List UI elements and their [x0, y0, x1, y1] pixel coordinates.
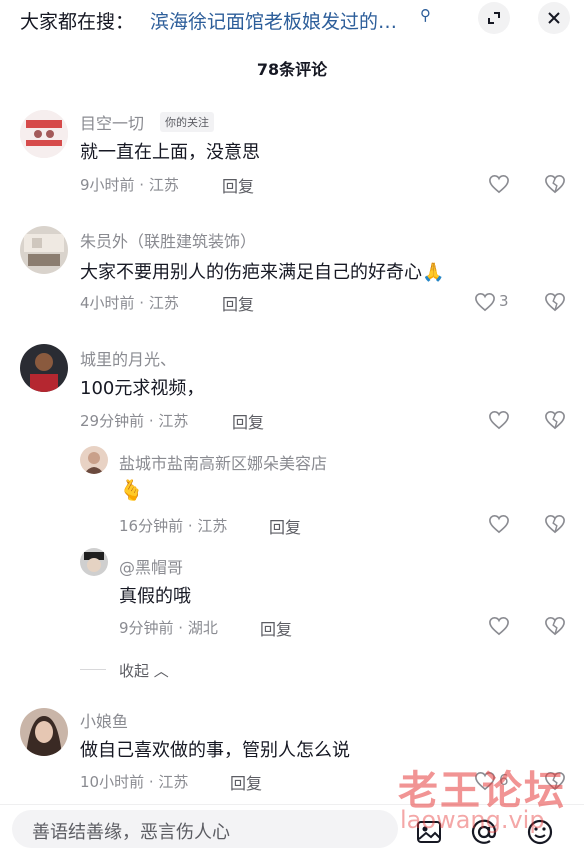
comment-meta: 29分钟前 · 江苏	[80, 412, 189, 430]
emoji: 🙏	[422, 262, 445, 283]
reply-button[interactable]: 回复	[260, 616, 292, 640]
comment-text: 做自己喜欢做的事，管别人怎么说	[80, 740, 350, 761]
trending-search-prefix: 大家都在搜：	[20, 11, 135, 33]
search-icon: ⚲	[420, 6, 431, 24]
collapse-divider	[80, 669, 106, 670]
avatar[interactable]	[80, 548, 108, 576]
reply-username[interactable]: @黑帽哥	[119, 554, 183, 578]
comments-title: 78条评论	[256, 60, 328, 79]
comment-meta: 4小时前 · 江苏	[80, 294, 179, 312]
collapse-replies-button[interactable]: 收起 ︿	[119, 660, 169, 681]
comment-text: 就一直在上面，没意思	[80, 142, 260, 163]
comment-meta: 10小时前 · 江苏	[80, 773, 189, 791]
dislike-icon[interactable]	[544, 616, 566, 636]
like-count: 3	[499, 292, 509, 310]
comment-username[interactable]: 朱员外（联胜建筑装饰）	[80, 228, 256, 252]
like-icon[interactable]	[488, 514, 510, 534]
like-icon[interactable]	[488, 616, 510, 636]
reply-meta: 9分钟前 · 湖北	[119, 619, 218, 637]
avatar[interactable]	[20, 708, 68, 756]
reply-emoji: 🫰	[119, 478, 144, 502]
dislike-icon[interactable]	[544, 410, 566, 430]
avatar[interactable]	[80, 446, 108, 474]
like-icon[interactable]	[488, 174, 510, 194]
dislike-icon[interactable]	[544, 292, 566, 312]
close-icon	[548, 12, 560, 24]
avatar[interactable]	[20, 226, 68, 274]
avatar[interactable]	[20, 344, 68, 392]
dislike-icon[interactable]	[544, 514, 566, 534]
reply-button[interactable]: 回复	[230, 770, 262, 794]
like-icon[interactable]	[488, 410, 510, 430]
avatar[interactable]	[20, 110, 68, 158]
collapse-label: 收起	[119, 662, 150, 680]
reply-button[interactable]: 回复	[232, 409, 264, 433]
comment-username[interactable]: 目空一切	[80, 110, 144, 134]
comment-text: 大家不要用别人的伤疤来满足自己的好奇心🙏	[80, 258, 444, 284]
comment-username[interactable]: 城里的月光、	[80, 346, 176, 370]
reply-meta: 16分钟前 · 江苏	[119, 517, 228, 535]
like-icon[interactable]	[474, 292, 496, 312]
comment-input-placeholder: 善语结善缘，恶言伤人心	[32, 822, 230, 843]
comment-input[interactable]: 善语结善缘，恶言伤人心	[12, 810, 398, 848]
comment-username[interactable]: 小娘鱼	[80, 708, 128, 732]
dislike-icon[interactable]	[544, 174, 566, 194]
reply-text: 真假的哦	[119, 586, 191, 607]
reply-username[interactable]: 盐城市盐南高新区娜朵美容店	[119, 450, 327, 474]
watermark-url: laowang.vip	[400, 806, 545, 834]
comment-text: 100元求视频，	[80, 378, 205, 399]
reply-button[interactable]: 回复	[269, 514, 301, 538]
following-tag: 你的关注	[160, 112, 214, 132]
chevron-up-icon: ︿	[153, 662, 169, 680]
reply-button[interactable]: 回复	[222, 173, 254, 197]
comment-text-body: 大家不要用别人的伤疤来满足自己的好奇心	[80, 262, 422, 283]
expand-button[interactable]	[478, 2, 510, 34]
reply-button[interactable]: 回复	[222, 291, 254, 315]
close-button[interactable]	[538, 2, 570, 34]
trending-search-query[interactable]: 滨海徐记面馆老板娘发过的…	[150, 7, 397, 34]
expand-icon	[488, 12, 500, 24]
comment-meta: 9小时前 · 江苏	[80, 176, 179, 194]
